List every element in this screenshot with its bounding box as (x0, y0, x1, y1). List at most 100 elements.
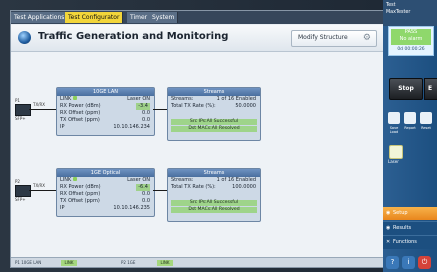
test-structure-area: P1 SFP+ TX/RX 10GE LAN LINK Laser ON RX … (11, 52, 383, 257)
link-led-icon (73, 177, 78, 181)
functions-icon: ✕ (386, 239, 391, 245)
port-p1-connector-icon[interactable] (15, 104, 31, 116)
info-button[interactable]: i (402, 256, 415, 269)
tx-rate-value: 100.0000 (232, 184, 256, 190)
stream-label: Streams: (171, 177, 194, 183)
metric-row: TX Offset (ppm) 0.0 (57, 117, 154, 124)
status-p1-label: P1 10GE LAN (15, 260, 42, 265)
port-p2-type: SFP+ (15, 197, 26, 202)
port-p2-connector-icon[interactable] (15, 185, 31, 197)
interface-title: 10GE LAN (57, 88, 154, 96)
port-p1-link-line (29, 109, 56, 110)
menu-setup[interactable]: ◉ Setup (383, 207, 437, 220)
stream-row: Streams: 1 of 16 Enabled (168, 96, 260, 103)
metric-label: TX Offset (ppm) (60, 117, 100, 123)
metric-label: RX Power (dBm) (60, 103, 101, 109)
power-icon: ⏻ (421, 258, 428, 266)
laser-label: Laser (388, 159, 399, 164)
tab-system[interactable]: System (149, 12, 179, 23)
tab-test-configurator[interactable]: Test Configurator (65, 12, 124, 23)
power-button[interactable]: ⏻ (418, 256, 431, 269)
stream-label: Total TX Rate (%): (171, 184, 216, 190)
status-p2-label: P2 1GE (121, 260, 136, 265)
page-header: Traffic Generation and Monitoring Modify… (11, 25, 383, 52)
status-p2-badge: LINK (157, 260, 173, 266)
sidebar-title-line1: Test (386, 3, 396, 8)
metric-row: TX Offset (ppm) 0.0 (57, 198, 154, 205)
tab-timer[interactable]: Timer (127, 12, 152, 23)
right-sidebar: Test MaxTester PASS No alarm 0d 00:00:26… (383, 0, 437, 272)
setup-icon: ◉ (386, 210, 391, 216)
link-label: LINK (60, 177, 72, 183)
laser-status: Laser ON (127, 96, 150, 102)
metric-label: RX Offset (ppm) (60, 110, 101, 116)
port-p1-type: SFP+ (15, 116, 26, 121)
port-p2-direction: TX/RX (33, 183, 46, 188)
tx-offset-value: 0.0 (142, 198, 150, 204)
dst-mac-status: Dst MACs:All Resolved (171, 126, 257, 132)
tab-test-applications[interactable]: Test Applications (11, 12, 69, 23)
modify-structure-button[interactable]: Modify Structure ⚙ (291, 30, 377, 47)
stream-count-value: 1 of 16 Enabled (216, 96, 256, 102)
report-label: Report (404, 126, 416, 130)
port-p1-direction: TX/RX (33, 102, 46, 107)
globe-icon (18, 31, 31, 44)
laser-status: Laser ON (127, 177, 150, 183)
sidebar-title-line2: MaxTester (386, 10, 411, 15)
reset-label: Reset (421, 126, 431, 130)
save-load-icon[interactable] (388, 112, 400, 124)
interface-box-p1[interactable]: 10GE LAN LINK Laser ON RX Power (dBm) -3.… (56, 87, 155, 136)
metric-label: IP (60, 205, 65, 211)
expand-button[interactable]: E (424, 78, 437, 100)
metric-label: RX Offset (ppm) (60, 191, 101, 197)
alarm-label: No alarm (399, 36, 423, 42)
stream-row: Total TX Rate (%): 100.0000 (168, 184, 260, 191)
reset-icon[interactable] (420, 112, 432, 124)
rx-power-value: -3.4 (136, 103, 150, 110)
pass-badge: PASS No alarm (391, 29, 431, 45)
connector-line (153, 190, 167, 191)
rx-offset-value: 0.0 (142, 110, 150, 116)
rx-offset-value: 0.0 (142, 191, 150, 197)
stream-label: Streams: (171, 96, 194, 102)
interface-box-p2[interactable]: 1GE Optical LINK Laser ON RX Power (dBm)… (56, 168, 155, 217)
ip-value: 10.10.146.235 (113, 205, 150, 211)
menu-functions[interactable]: ✕ Functions (383, 235, 437, 249)
stream-count-value: 1 of 16 Enabled (216, 177, 256, 183)
link-led-icon (73, 96, 78, 100)
rx-power-value: -6.4 (136, 184, 150, 191)
gear-icon: ⚙ (362, 33, 371, 43)
test-duration: 0d 00:00:26 (397, 47, 425, 52)
interface-title: 1GE Optical (57, 169, 154, 177)
laser-warning-icon[interactable] (389, 145, 403, 159)
stop-label: Stop (398, 85, 414, 92)
modify-structure-label: Modify Structure (298, 34, 348, 41)
stop-button[interactable]: Stop (389, 78, 423, 100)
port-p1-label: P1 (15, 98, 20, 103)
src-ip-status: Src IPs:All Successful (171, 119, 257, 125)
status-p1-badge: LINK (61, 260, 77, 266)
expand-label: E (428, 85, 433, 92)
report-icon[interactable] (404, 112, 416, 124)
alarm-panel: PASS No alarm 0d 00:00:26 (388, 26, 434, 56)
menu-results[interactable]: ◉ Results (383, 221, 437, 235)
port-p2-label: P2 (15, 179, 20, 184)
metric-row: RX Power (dBm) -3.4 (57, 103, 154, 110)
sidebar-header: Test MaxTester (383, 0, 437, 26)
pass-label: PASS (404, 29, 418, 35)
dst-mac-status: Dst MACs:All Resolved (171, 207, 257, 213)
streams-box-p1[interactable]: Streams Streams: 1 of 16 Enabled Total TX… (167, 87, 261, 141)
stream-row: Total TX Rate (%): 50.0000 (168, 103, 260, 110)
tx-offset-value: 0.0 (142, 117, 150, 123)
metric-label: TX Offset (ppm) (60, 198, 100, 204)
tx-rate-value: 50.0000 (235, 103, 256, 109)
connector-line (153, 109, 167, 110)
src-ip-status: Src IPs:All Successful (171, 200, 257, 206)
ip-value: 10.10.146.234 (113, 124, 150, 130)
streams-title: Streams (168, 88, 260, 96)
help-button[interactable]: ? (386, 256, 399, 269)
status-bar: P1 10GE LAN LINK P2 1GE LINK (11, 257, 383, 267)
streams-box-p2[interactable]: Streams Streams: 1 of 16 Enabled Total TX… (167, 168, 261, 222)
menu-results-label: Results (393, 225, 412, 231)
help-icon: ? (390, 258, 395, 266)
